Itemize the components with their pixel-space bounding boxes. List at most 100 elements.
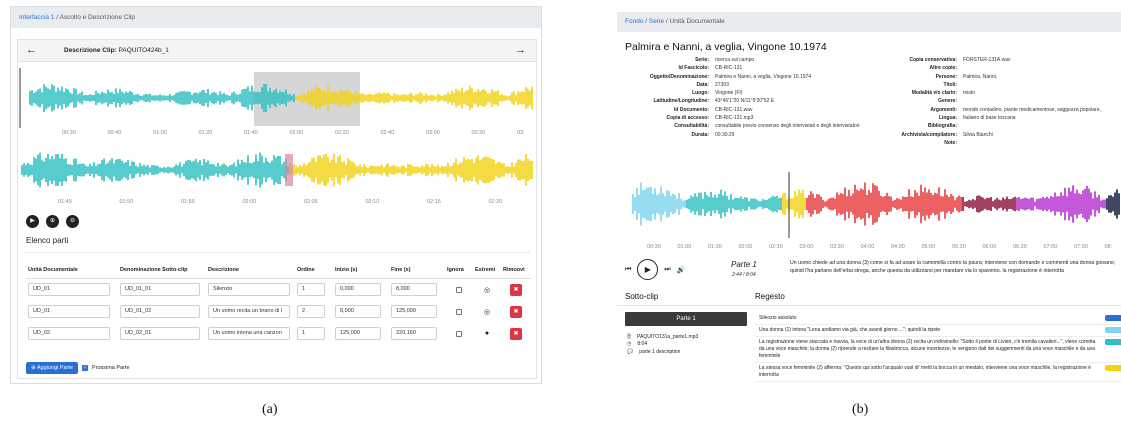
metadata-row: Consultabilità: consultabile previo conse…	[625, 122, 859, 130]
start-input[interactable]: 0,000	[335, 283, 381, 297]
description-input[interactable]: Silenzio	[208, 283, 290, 297]
regesto-text: Silenzio assoluto	[759, 315, 797, 321]
metadata-row: Id Fascicolo: CB-RIC-131	[625, 64, 860, 72]
metadata-value: 43°46'1"20 N/11°9'20"52 E	[715, 98, 775, 105]
metadata-key: Lingua:	[938, 115, 957, 122]
metadata-value: ricerca sul campo	[715, 57, 755, 63]
list-item: ◷ 8:04	[627, 341, 698, 348]
metadata-key: Luogo:	[692, 90, 709, 97]
axis-tick-label: 06:00	[983, 244, 997, 250]
regesto-text: Una donna (1) intona "Lena andiamo via g…	[759, 327, 941, 333]
arrow-left-icon[interactable]: ←	[26, 43, 37, 57]
breadcrumb-root-link[interactable]: Fondo	[625, 18, 643, 25]
play-button[interactable]: ▶	[637, 259, 659, 280]
next-part-checkbox[interactable]: ✓	[81, 365, 88, 371]
metadata-row: Note:	[853, 139, 1101, 147]
metadata-key: Copia conservativa:	[909, 57, 957, 63]
arrow-right-icon[interactable]: →	[515, 43, 526, 57]
table-row: UD_01 UD_01_01 Silenzio 1 0,000 8,000 ◎ …	[26, 279, 531, 301]
panel-b-interface: Fondo / Serie / Unità Documentale Palmir…	[617, 12, 1121, 386]
zoom-out-button[interactable]: ⊖	[66, 215, 79, 228]
document-waveform[interactable]: 00:30 01:00 01:30 02:00 02:30 03:00 03:30 04:00…	[617, 172, 1121, 252]
skip-back-icon[interactable]: ⏮	[625, 266, 631, 274]
subclip-name-input[interactable]: UD_01_02	[120, 305, 200, 318]
subclip-name-input[interactable]: UD_01_01	[120, 283, 200, 297]
time-badge[interactable]	[1105, 365, 1121, 371]
ud-input[interactable]: UD_02	[28, 327, 110, 340]
breadcrumb-mid-link[interactable]: Serie	[649, 18, 664, 25]
ud-input[interactable]: UD_01	[28, 283, 110, 297]
zoom-waveform[interactable]: 01:45 01:50 01:55 02:00 02:05 02:10 02:15 02:20…	[18, 144, 538, 206]
metadata-key: Data:	[696, 81, 709, 88]
metadata-value	[957, 139, 963, 147]
metadata-row: Bibliografia:	[853, 122, 1101, 130]
clip-header: ← Descrizione Clip: PAQUITO424b_1 →	[18, 40, 536, 62]
axis-tick-label: 02:20	[335, 130, 349, 136]
list-item: 💬 parte 1 description	[627, 349, 698, 356]
metadata-key: Titoli:	[943, 81, 957, 88]
metadata-key: Persone:	[935, 73, 957, 80]
col-order: Ordine	[295, 264, 333, 279]
metadata-value	[957, 64, 963, 72]
axis-tick-label: 04:30	[891, 244, 905, 250]
time-badge[interactable]	[1105, 339, 1121, 345]
metadata-value: FORSTER-131A.wav	[963, 57, 1011, 63]
axis-tick-label: 07:00	[1044, 244, 1058, 250]
list-item[interactable]: La registrazione viene staccata e riavvi…	[755, 337, 1121, 363]
eye-slash-icon[interactable]: ◎	[473, 279, 501, 301]
clip-title: Descrizione Clip: PAQUITO424b_1	[64, 47, 169, 54]
add-part-button[interactable]: ⊕ Aggiungi Parte	[26, 362, 78, 374]
subclip-name-input[interactable]: UD_02_01	[120, 327, 200, 340]
delete-button[interactable]: ✖	[510, 305, 522, 318]
end-input[interactable]: 8,000	[391, 283, 437, 297]
part-button[interactable]: Parte 1	[625, 312, 747, 326]
ignore-checkbox[interactable]	[456, 330, 462, 337]
zoom-in-button[interactable]: ⊕	[46, 215, 59, 228]
description-input[interactable]: Un uomo intona una canzon	[208, 327, 290, 340]
volume-icon[interactable]: 🔊	[677, 266, 686, 274]
time-badge[interactable]	[1105, 315, 1121, 321]
eye-icon[interactable]: ●	[473, 323, 501, 345]
ignore-checkbox[interactable]	[456, 286, 462, 293]
metadata-key: Copia di accesso:	[666, 115, 709, 122]
metadata-row: Oggetto/Denominazione: Palmira e Nanni, a…	[625, 73, 860, 81]
list-item[interactable]: La stessa voce femminile (2) afferma: "Q…	[755, 363, 1121, 382]
breadcrumb-root-link[interactable]: Interfaccia 1	[19, 14, 54, 21]
description-input[interactable]: Un uomo recita un brano di l	[208, 305, 290, 318]
order-input[interactable]: 2	[297, 305, 325, 318]
axis-tick-label: 01:45	[58, 199, 72, 205]
axis-tick-label: 06:30	[1013, 244, 1027, 250]
metadata-row: Serie: ricerca sul campo	[625, 56, 860, 64]
metadata-key: Genere:	[938, 98, 957, 105]
breadcrumb-current: Ascolto e Descrizione Clip	[59, 14, 136, 21]
order-input[interactable]: 1	[297, 327, 325, 340]
start-input[interactable]: 8,000	[335, 305, 381, 318]
end-input[interactable]: 125,000	[391, 305, 437, 318]
delete-button[interactable]: ✖	[510, 283, 522, 296]
end-input[interactable]: 220,160	[391, 327, 437, 340]
time-badge[interactable]	[1105, 327, 1121, 333]
overview-waveform[interactable]: 00:30 00:40 01:00 01:20 01:40 02:00 02:20 02:40…	[18, 68, 538, 138]
play-button[interactable]: ▶	[26, 215, 39, 228]
metadata-key: Oggetto/Denominazione:	[649, 73, 709, 80]
metadata-value: Palmira, Nanni,	[963, 73, 998, 80]
col-name: Denominazione Sotto-clip	[118, 264, 206, 279]
order-input[interactable]: 1	[297, 283, 325, 297]
figure: Interfaccia 1 / Ascolto e Descrizione Cl…	[0, 0, 1121, 425]
skip-forward-icon[interactable]: ⏭	[664, 266, 670, 274]
start-input[interactable]: 125,000	[335, 327, 381, 340]
next-part-label: Prossima Parte	[91, 365, 130, 371]
col-extremes: Estremi	[473, 264, 501, 279]
file-name: PAQUITO131a_parte1.mp3	[637, 334, 699, 340]
breadcrumb: Fondo / Serie / Unità Documentale	[617, 12, 1121, 32]
ud-input[interactable]: UD_01	[28, 305, 110, 318]
ignore-checkbox[interactable]	[456, 308, 462, 315]
eye-slash-icon[interactable]: ◎	[473, 301, 501, 323]
list-item[interactable]: Una donna (1) intona "Lena andiamo via g…	[755, 325, 1121, 337]
list-item[interactable]: Silenzio assoluto	[755, 313, 1121, 325]
metadata-value	[957, 97, 963, 105]
axis-tick-label: 01:30	[708, 244, 722, 250]
breadcrumb: Interfaccia 1 / Ascolto e Descrizione Cl…	[11, 7, 541, 28]
metadata-value: Silvia Bianchi	[963, 131, 993, 138]
delete-button[interactable]: ✖	[510, 327, 522, 340]
